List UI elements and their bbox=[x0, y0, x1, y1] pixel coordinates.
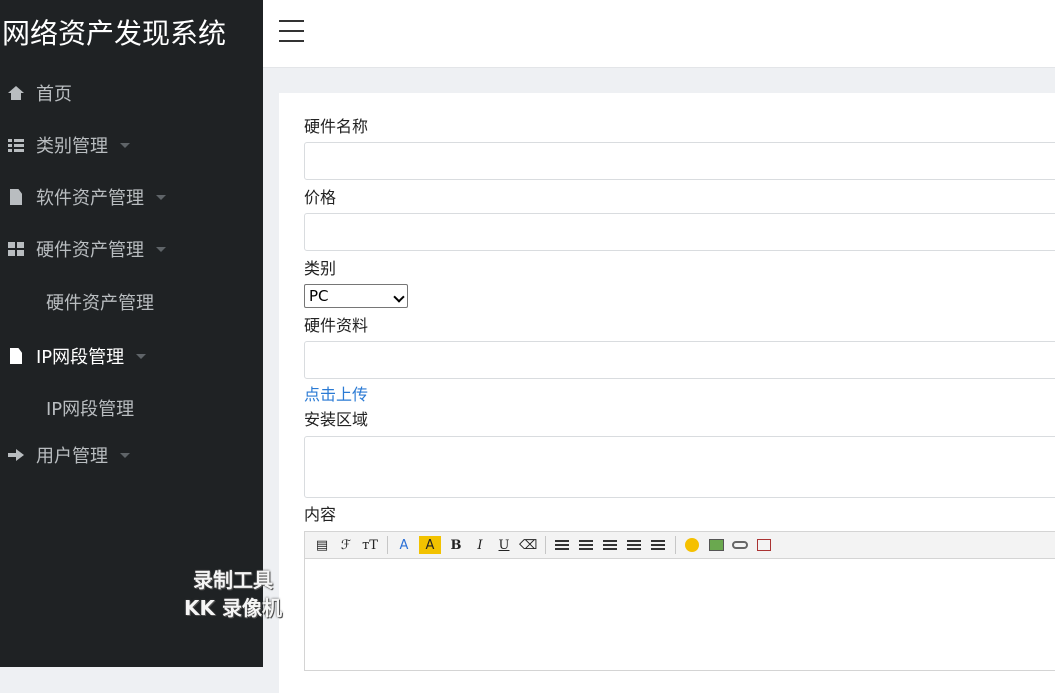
toolbar-separator bbox=[675, 536, 677, 554]
chevron-down-icon bbox=[393, 291, 405, 303]
list-icon bbox=[8, 137, 24, 153]
hardware-name-label: 硬件名称 bbox=[304, 117, 369, 136]
sidebar-item-label: 硬件资产管理 bbox=[36, 240, 144, 261]
sidebar-item-ip[interactable]: IP网段管理 bbox=[0, 336, 263, 376]
align-right-icon[interactable] bbox=[601, 536, 619, 554]
caret-down-icon bbox=[156, 194, 166, 200]
hamburger-menu-icon[interactable] bbox=[279, 20, 304, 42]
file-icon bbox=[8, 189, 24, 205]
home-icon bbox=[8, 85, 24, 101]
sidebar-subitem-hardware[interactable]: 硬件资产管理 bbox=[0, 284, 263, 320]
sidebar-item-software[interactable]: 软件资产管理 bbox=[0, 177, 263, 217]
file-icon bbox=[8, 348, 24, 364]
font-family-button[interactable]: ℱ bbox=[337, 536, 355, 554]
italic-button[interactable]: I bbox=[471, 536, 489, 554]
rich-text-editor[interactable]: ▤ ℱ ᴛT A A B I U ⌫ bbox=[304, 531, 1055, 671]
sidebar-item-label: 类别管理 bbox=[36, 136, 108, 157]
image-icon[interactable] bbox=[707, 536, 725, 554]
ordered-list-icon[interactable] bbox=[625, 536, 643, 554]
hardware-material-input[interactable] bbox=[304, 341, 1055, 379]
watermark-line-1: 录制工具 bbox=[193, 568, 273, 592]
sidebar-subitem-label: IP网段管理 bbox=[46, 399, 135, 420]
bold-button[interactable]: B bbox=[447, 536, 465, 554]
caret-down-icon bbox=[156, 246, 166, 252]
install-area-label: 安装区域 bbox=[304, 410, 369, 429]
sidebar-subitem-ip[interactable]: IP网段管理 bbox=[0, 390, 263, 426]
toolbar-separator bbox=[545, 536, 547, 554]
price-label: 价格 bbox=[304, 188, 337, 207]
align-left-icon[interactable] bbox=[553, 536, 571, 554]
sidebar-item-label: 首页 bbox=[36, 84, 72, 105]
category-label: 类别 bbox=[304, 259, 337, 278]
sidebar-item-category[interactable]: 类别管理 bbox=[0, 125, 263, 165]
app-title: 网络资产发现系统 bbox=[2, 17, 227, 50]
arrow-right-icon bbox=[8, 447, 24, 463]
sidebar-item-label: 用户管理 bbox=[36, 446, 108, 467]
sidebar-item-hardware[interactable]: 硬件资产管理 bbox=[0, 229, 263, 269]
hardware-material-label: 硬件资料 bbox=[304, 316, 369, 335]
category-select-value: PC bbox=[309, 287, 329, 305]
align-center-icon[interactable] bbox=[577, 536, 595, 554]
category-select[interactable]: PC bbox=[304, 284, 408, 308]
eraser-icon[interactable]: ⌫ bbox=[519, 536, 537, 554]
sidebar-item-label: IP网段管理 bbox=[36, 347, 125, 368]
background-color-button[interactable]: A bbox=[419, 536, 441, 554]
unordered-list-icon[interactable] bbox=[649, 536, 667, 554]
caret-down-icon bbox=[120, 142, 130, 148]
font-color-button[interactable]: A bbox=[395, 536, 413, 554]
caret-down-icon bbox=[136, 353, 147, 359]
content-label: 内容 bbox=[304, 505, 337, 524]
price-input[interactable] bbox=[304, 213, 1055, 251]
upload-link[interactable]: 点击上传 bbox=[304, 381, 368, 405]
sidebar-item-users[interactable]: 用户管理 bbox=[0, 435, 263, 475]
hardware-name-input[interactable] bbox=[304, 142, 1055, 180]
sidebar-item-label: 软件资产管理 bbox=[36, 188, 144, 209]
sidebar-subitem-label: 硬件资产管理 bbox=[46, 293, 154, 314]
link-icon[interactable] bbox=[731, 536, 749, 554]
grid-icon bbox=[8, 241, 24, 257]
fullscreen-icon[interactable] bbox=[755, 536, 773, 554]
toolbar-separator bbox=[387, 536, 388, 554]
paste-icon[interactable]: ▤ bbox=[313, 536, 331, 554]
font-size-button[interactable]: ᴛT bbox=[361, 536, 379, 554]
recording-watermark: 录制工具 KK 录像机 bbox=[163, 566, 303, 622]
emoji-icon[interactable] bbox=[683, 536, 701, 554]
top-bar bbox=[263, 0, 1055, 68]
install-area-textarea[interactable] bbox=[304, 436, 1055, 498]
caret-down-icon bbox=[120, 452, 130, 458]
watermark-line-2: KK 录像机 bbox=[184, 596, 282, 620]
underline-button[interactable]: U bbox=[495, 536, 513, 554]
sidebar-item-home[interactable]: 首页 bbox=[0, 73, 263, 113]
editor-toolbar: ▤ ℱ ᴛT A A B I U ⌫ bbox=[305, 532, 1055, 559]
